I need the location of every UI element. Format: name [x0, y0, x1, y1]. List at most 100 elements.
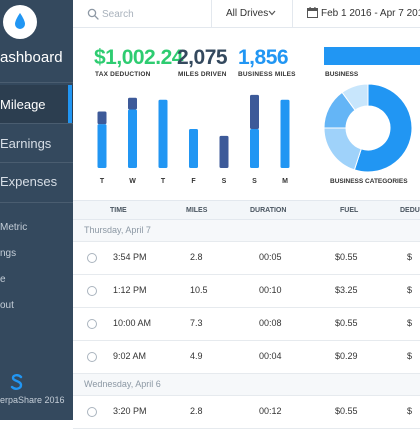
cell-miles: 2.8	[190, 406, 203, 416]
row-select-radio[interactable]	[87, 319, 97, 329]
day-label: Wednesday, April 6	[84, 379, 161, 389]
cell-fuel: $0.55	[335, 406, 358, 416]
search-icon	[87, 8, 99, 20]
nav-item-label: Mileage	[0, 97, 46, 112]
nav-item-earnings[interactable]: Earnings	[0, 124, 73, 162]
row-select-radio[interactable]	[87, 407, 97, 417]
app-logo[interactable]	[3, 5, 37, 39]
cell-time: 3:54 PM	[113, 252, 147, 262]
cell-duration: 00:04	[259, 351, 282, 361]
column-header-deduction[interactable]: DEDU	[400, 207, 420, 214]
table-row[interactable]: 1:12 PM 10.5 00:10 $3.25 $	[73, 275, 420, 308]
cell-miles: 7.3	[190, 318, 203, 328]
nav-item-expenses[interactable]: Expenses	[0, 162, 73, 200]
cell-fuel: $0.29	[335, 351, 358, 361]
day-label: Thursday, April 7	[84, 225, 151, 235]
divider	[292, 0, 293, 28]
table-header: TIME MILES DURATION FUEL DEDU	[73, 200, 420, 220]
cell-deduction: $	[407, 252, 413, 262]
bar-segment	[128, 97, 137, 110]
divider	[0, 82, 73, 83]
sidebar-link-settings[interactable]: ngs	[0, 248, 16, 259]
bar-segment	[250, 129, 259, 168]
top-bar: All Drives Feb 1 2016 - Apr 7 2016	[73, 0, 420, 28]
x-tick-label: F	[191, 178, 196, 185]
x-tick-label: S	[252, 178, 257, 185]
cell-miles: 4.9	[190, 351, 203, 361]
sidebar: ashboard Mileage Earnings Expenses Metri…	[0, 0, 73, 420]
sidebar-link-metric[interactable]: Metric	[0, 222, 27, 233]
cell-duration: 00:10	[259, 285, 282, 295]
business-categories-label: BUSINESS CATEGORIES	[330, 178, 408, 185]
calendar-icon[interactable]	[307, 7, 318, 18]
cell-miles: 10.5	[190, 285, 208, 295]
x-tick-label: M	[282, 178, 288, 185]
page-title: ashboard	[0, 49, 63, 66]
table-row[interactable]: 3:20 PM 2.8 00:12 $0.55 $	[73, 396, 420, 429]
miles-driven-label: MILES DRIVEN	[178, 71, 227, 78]
bar-segment	[97, 111, 107, 125]
cell-deduction: $	[407, 351, 413, 361]
x-tick-label: W	[129, 178, 136, 185]
business-categories-donut-chart	[323, 83, 413, 173]
business-progress-bar	[324, 47, 420, 65]
nav-item-label: Earnings	[0, 136, 52, 151]
cell-time: 3:20 PM	[113, 406, 147, 416]
x-tick-label: S	[222, 178, 227, 185]
drop-icon	[15, 13, 25, 29]
miles-driven-value: 2,075	[177, 46, 228, 69]
cell-deduction: $	[407, 285, 413, 295]
donut-slice	[323, 127, 362, 171]
bar-segment	[158, 99, 168, 168]
table-row[interactable]: 9:02 AM 4.9 00:04 $0.29 $	[73, 341, 420, 374]
row-select-radio[interactable]	[87, 352, 97, 362]
cell-deduction: $	[407, 318, 413, 328]
drives-filter-dropdown[interactable]: All Drives	[226, 8, 268, 19]
table-row[interactable]: 3:54 PM 2.8 00:05 $0.55 $	[73, 242, 420, 275]
nav-item-label: Expenses	[0, 174, 58, 189]
sidebar-link-profile[interactable]: e	[0, 274, 6, 285]
x-tick-label: T	[100, 178, 105, 185]
business-label: BUSINESS	[325, 71, 359, 78]
bar-segment	[128, 109, 137, 168]
day-group-header: Thursday, April 7	[73, 220, 420, 242]
bar-segment	[219, 135, 229, 168]
footer-copyright: erpaShare 2016	[0, 395, 65, 405]
cell-duration: 00:12	[259, 406, 282, 416]
cell-time: 10:00 AM	[113, 318, 152, 328]
cell-time: 9:02 AM	[113, 351, 147, 361]
search-input[interactable]	[102, 6, 202, 22]
nav-item-mileage[interactable]: Mileage	[0, 85, 73, 123]
tax-deduction-value: $1,002.24	[94, 46, 183, 69]
sidebar-link-logout[interactable]: out	[0, 300, 14, 311]
column-header-miles[interactable]: MILES	[186, 207, 207, 214]
cell-miles: 2.8	[190, 252, 203, 262]
bar-segment	[189, 129, 198, 168]
business-miles-value: 1,856	[238, 46, 289, 69]
cell-deduction: $	[407, 406, 413, 416]
date-range-picker[interactable]: Feb 1 2016 - Apr 7 2016	[321, 8, 420, 19]
cell-duration: 00:05	[259, 252, 282, 262]
tax-deduction-label: TAX DEDUCTION	[95, 71, 151, 78]
company-logo-icon	[10, 374, 23, 390]
business-miles-label: BUSINESS MILES	[238, 71, 296, 78]
cell-duration: 00:08	[259, 318, 282, 328]
bar-segment	[280, 99, 290, 168]
bar-segment	[250, 94, 259, 129]
cell-fuel: $0.55	[335, 252, 358, 262]
table-row[interactable]: 10:00 AM 7.3 00:08 $0.55 $	[73, 308, 420, 341]
column-header-time[interactable]: TIME	[110, 207, 127, 214]
chevron-down-icon	[268, 10, 276, 16]
x-tick-label: T	[161, 178, 166, 185]
cell-time: 1:12 PM	[113, 285, 147, 295]
cell-fuel: $0.55	[335, 318, 358, 328]
column-header-fuel[interactable]: FUEL	[340, 207, 358, 214]
weekly-miles-bar-chart: TWTFSSM	[97, 94, 290, 185]
divider	[211, 0, 212, 28]
bar-segment	[97, 124, 107, 168]
row-select-radio[interactable]	[87, 286, 97, 296]
column-header-duration[interactable]: DURATION	[250, 207, 286, 214]
active-indicator	[68, 85, 72, 123]
cell-fuel: $3.25	[335, 285, 358, 295]
row-select-radio[interactable]	[87, 253, 97, 263]
